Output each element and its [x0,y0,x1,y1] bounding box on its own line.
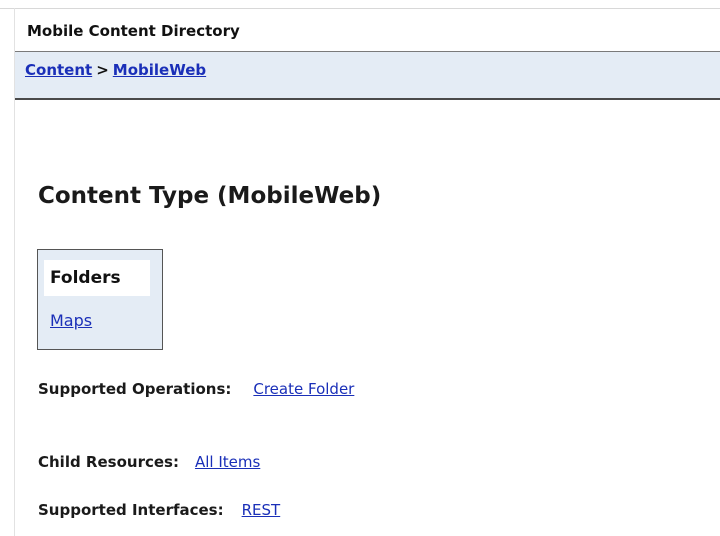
folders-heading: Folders [50,268,121,288]
rest-link[interactable]: REST [242,501,281,519]
supported-operations-label: Supported Operations: [38,380,232,398]
create-folder-link[interactable]: Create Folder [253,380,354,398]
child-resources-label: Child Resources: [38,453,179,471]
breadcrumb-bar: Content > MobileWeb [15,52,720,100]
breadcrumb-separator: > [96,61,109,79]
folders-panel: Folders Maps [37,249,163,350]
child-resources-row: Child Resources: All Items [38,453,260,471]
supported-operations-row: Supported Operations: Create Folder [38,380,354,398]
supported-interfaces-label: Supported Interfaces: [38,501,224,519]
breadcrumb-content-link[interactable]: Content [25,61,92,79]
page-title: Content Type (MobileWeb) [38,183,382,209]
folder-link-maps[interactable]: Maps [50,311,92,330]
app-title: Mobile Content Directory [27,22,240,40]
page: Mobile Content Directory Content > MobileW… [0,0,720,536]
all-items-link[interactable]: All Items [195,453,260,471]
breadcrumb: Content > MobileWeb [25,61,206,79]
header-bar: Mobile Content Directory [15,9,720,52]
folders-header: Folders [44,260,150,296]
supported-interfaces-row: Supported Interfaces: REST [38,501,280,519]
breadcrumb-mobileweb-link[interactable]: MobileWeb [113,61,206,79]
